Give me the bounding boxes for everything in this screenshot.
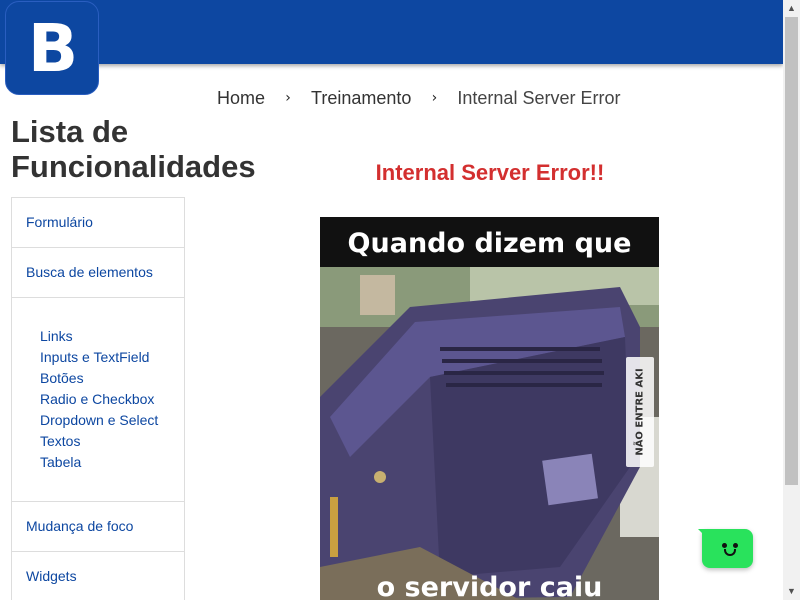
submenu-item-inputs[interactable]: Inputs e TextField xyxy=(40,347,184,368)
chat-bot-eye xyxy=(733,543,738,548)
watermark-text: NÃO ENTRE AKI xyxy=(634,368,646,456)
meme-bottom-caption: o servidor caiu xyxy=(376,572,603,600)
submenu-item-textos[interactable]: Textos xyxy=(40,431,184,452)
breadcrumb-home[interactable]: Home xyxy=(217,88,265,109)
sidebar-item-formulario[interactable]: Formulário xyxy=(12,198,184,248)
fallen-server-illustration xyxy=(320,267,659,600)
error-title: Internal Server Error!! xyxy=(375,160,605,185)
logo-letter: B xyxy=(27,10,79,87)
sidebar-item-widgets[interactable]: Widgets xyxy=(12,552,184,600)
breadcrumb-current: Internal Server Error xyxy=(457,87,621,108)
chat-bot-button[interactable] xyxy=(698,529,753,568)
vertical-scrollbar[interactable]: ▲ ▼ xyxy=(783,0,800,600)
sidebar-item-busca-de-elementos[interactable]: Busca de elementos xyxy=(12,248,184,298)
chevron-right-icon: › xyxy=(431,90,438,106)
submenu-item-links[interactable]: Links xyxy=(40,326,184,347)
breadcrumb-treinamento[interactable]: Treinamento xyxy=(311,88,411,109)
chevron-right-icon: › xyxy=(285,90,291,106)
submenu-item-botoes[interactable]: Botões xyxy=(40,368,184,389)
sidebar-item-mudanca-de-foco[interactable]: Mudança de foco xyxy=(12,502,184,552)
meme-top-caption: Quando dizem que xyxy=(320,217,659,267)
breadcrumb: Home › Treinamento › Internal Server Err… xyxy=(217,86,620,110)
arrow-down-icon[interactable]: ▼ xyxy=(783,583,800,600)
sidebar-nav: Formulário Busca de elementos Links Inpu… xyxy=(11,197,185,600)
sidebar-submenu: Links Inputs e TextField Botões Radio e … xyxy=(12,298,184,502)
sidebar-title: Lista de Funcionalidades xyxy=(11,114,256,184)
submenu-item-dropdown-select[interactable]: Dropdown e Select xyxy=(40,410,184,431)
submenu-item-radio-checkbox[interactable]: Radio e Checkbox xyxy=(40,389,184,410)
arrow-up-icon[interactable]: ▲ xyxy=(783,0,800,17)
chat-bot-icon xyxy=(722,543,727,548)
meme-watermark: NÃO ENTRE AKI xyxy=(626,357,654,467)
page: B Home › Treinamento › Internal Server E… xyxy=(0,0,800,600)
top-navbar xyxy=(0,0,783,64)
scrollbar-thumb[interactable] xyxy=(785,17,798,485)
chat-bot-mouth xyxy=(724,549,736,556)
submenu-item-tabela[interactable]: Tabela xyxy=(40,452,184,473)
meme-image: Quando dizem que NÃO ENTRE AKI o servido… xyxy=(320,217,659,600)
brand-logo[interactable]: B xyxy=(5,1,99,95)
